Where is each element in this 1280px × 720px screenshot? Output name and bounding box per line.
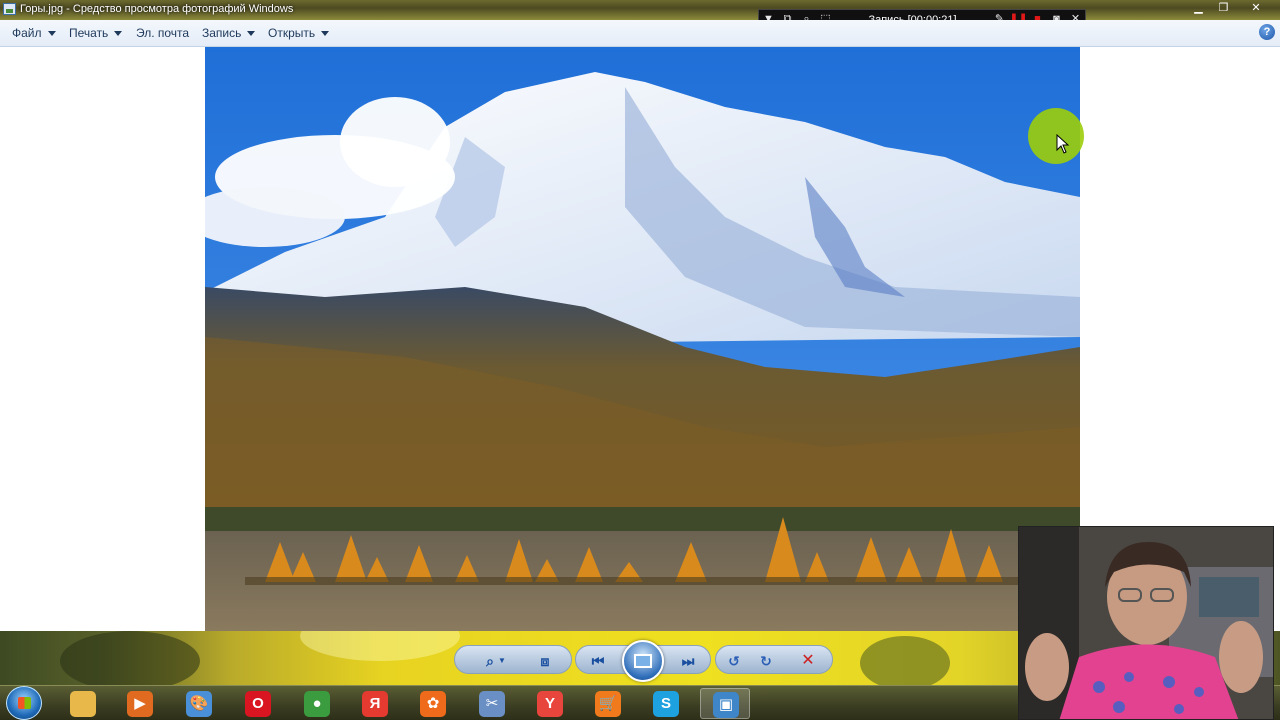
chrome-icon: ●	[304, 691, 330, 717]
background-decoration	[60, 631, 200, 685]
paint-icon: 🎨	[186, 691, 212, 717]
menu-bar: Файл Печать Эл. почта Запись Открыть ?	[0, 20, 1280, 47]
webcam-overlay	[1018, 526, 1274, 720]
chevron-down-icon	[47, 31, 56, 37]
photo-viewer-icon: ▣	[713, 692, 739, 718]
mountain-landscape-image	[205, 47, 1080, 631]
menu-file-label: Файл	[12, 26, 42, 40]
chevron-down-icon[interactable]: ▼	[497, 651, 507, 671]
taskbar-app-opera[interactable]: O	[233, 688, 283, 719]
fit-window-icon[interactable]: ⧈	[534, 651, 556, 671]
start-button[interactable]	[6, 686, 42, 720]
screen: Горы.jpg - Средство просмотра фотографий…	[0, 0, 1280, 720]
taskbar-app-yandex[interactable]: Я	[350, 688, 400, 719]
previous-icon[interactable]: ⏮	[587, 651, 609, 671]
taskbar-app-explorer[interactable]	[58, 688, 108, 719]
rotate-left-icon[interactable]: ↺	[723, 651, 745, 671]
chevron-down-icon	[321, 31, 330, 37]
minimize-icon[interactable]: ▁	[1186, 0, 1211, 16]
yandex-icon: Я	[362, 691, 388, 717]
delete-icon[interactable]: ✕	[797, 651, 819, 671]
close-icon[interactable]: ✕	[1236, 0, 1276, 16]
media-player-icon: ▶	[127, 691, 153, 717]
menu-open[interactable]: Открыть	[268, 26, 330, 40]
background-decoration	[300, 631, 460, 661]
yandex-browser-icon: Y	[537, 691, 563, 717]
webcam-video-image	[1019, 527, 1273, 719]
menu-print[interactable]: Печать	[69, 26, 123, 40]
photo-viewer-app-icon	[3, 3, 16, 15]
taskbar-app-paint[interactable]: 🎨	[174, 688, 224, 719]
slideshow-icon[interactable]	[622, 640, 664, 682]
mouse-cursor-icon	[1056, 134, 1070, 154]
taskbar-app-chrome[interactable]: ●	[292, 688, 342, 719]
menu-print-label: Печать	[69, 26, 109, 40]
next-icon[interactable]: ⏭	[677, 651, 699, 671]
restore-icon[interactable]: ❐	[1211, 0, 1236, 16]
menu-open-label: Открыть	[268, 26, 316, 40]
folder-icon	[70, 691, 96, 717]
film-reel-icon: ✿	[420, 691, 446, 717]
background-decoration	[860, 636, 950, 685]
taskbar-app-shop[interactable]: 🛒	[583, 688, 633, 719]
menu-file[interactable]: Файл	[12, 26, 56, 40]
menu-burn-label: Запись	[202, 26, 242, 40]
taskbar-app-skype[interactable]: S	[641, 688, 691, 719]
mountain-photo[interactable]	[205, 47, 1080, 631]
scissors-icon: ✂	[479, 691, 505, 717]
taskbar-app-snipping[interactable]: ✂	[467, 688, 517, 719]
help-icon[interactable]: ?	[1259, 24, 1275, 40]
cart-icon: 🛒	[595, 691, 621, 717]
menu-burn[interactable]: Запись	[202, 26, 256, 40]
taskbar-app-photo-viewer[interactable]: ▣	[700, 688, 750, 719]
opera-icon: O	[245, 691, 271, 717]
taskbar-app-yandex-browser[interactable]: Y	[525, 688, 575, 719]
title-bar: Горы.jpg - Средство просмотра фотографий…	[0, 0, 1280, 20]
taskbar-app-media[interactable]: ✿	[408, 688, 458, 719]
menu-email-label: Эл. почта	[136, 26, 190, 40]
menu-email[interactable]: Эл. почта	[136, 26, 189, 40]
window-title: Горы.jpg - Средство просмотра фотографий…	[20, 3, 294, 15]
skype-icon: S	[653, 691, 679, 717]
window-controls: ▁ ❐ ✕	[1186, 0, 1276, 18]
rotate-right-icon[interactable]: ↻	[755, 651, 777, 671]
slideshow-screen-glyph	[634, 654, 652, 668]
chevron-down-icon	[114, 31, 123, 37]
chevron-down-icon	[247, 31, 256, 37]
taskbar-app-media-player[interactable]: ▶	[115, 688, 165, 719]
